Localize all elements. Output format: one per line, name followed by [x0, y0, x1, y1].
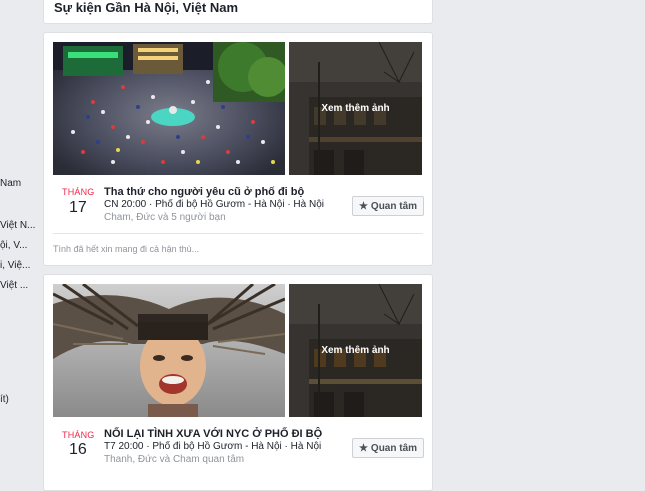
section-header-card: Sự kiện Gần Hà Nội, Việt Nam	[43, 0, 433, 24]
star-icon: ★	[358, 442, 368, 454]
event-photo[interactable]	[53, 42, 285, 175]
see-more-label: Xem thêm ảnh	[321, 345, 390, 356]
sidebar-item[interactable]: ội, V...	[0, 240, 27, 251]
left-sidebar: Nam Việt N... ội, V... i, Việ... Việt ..…	[0, 0, 40, 475]
post-snippet[interactable]: Tình đã hết xin mang đi cả hận thù...	[53, 244, 199, 254]
see-more-photos[interactable]: Xem thêm ảnh	[289, 284, 422, 417]
sidebar-item[interactable]: i, Việ...	[0, 260, 30, 271]
event-friends[interactable]: Thanh, Đức và Cham quan tâm	[104, 454, 244, 465]
event-photo[interactable]	[53, 284, 285, 417]
event-info: CN 20:00 · Phố đi bộ Hồ Gươm - Hà Nội · …	[104, 199, 324, 210]
interested-label: Quan tâm	[370, 200, 418, 212]
event-friends[interactable]: Cham, Đức và 5 người bạn	[104, 212, 226, 223]
section-title: Sự kiện Gần Hà Nội, Việt Nam	[54, 0, 239, 15]
event-day: 17	[69, 199, 87, 216]
sidebar-item[interactable]: Nam	[0, 178, 21, 189]
event-card: Xem thêm ảnh THÁNG 17 Tha thứ cho người …	[43, 32, 433, 266]
event-info: T7 20:00 · Phố đi bộ Hồ Gươm - Hà Nội · …	[104, 441, 322, 452]
star-icon: ★	[358, 200, 368, 212]
see-more-label: Xem thêm ảnh	[321, 103, 390, 114]
divider	[53, 233, 423, 234]
see-more-photos[interactable]: Xem thêm ảnh	[289, 42, 422, 175]
event-title[interactable]: NỐI LẠI TÌNH XƯA VỚI NYC Ở PHỐ ĐI BỘ	[104, 428, 322, 440]
interested-button[interactable]: ★ Quan tâm	[352, 196, 424, 216]
event-title[interactable]: Tha thứ cho người yêu cũ ở phố đi bộ	[104, 186, 304, 198]
sidebar-item[interactable]: Việt ...	[0, 280, 28, 291]
sidebar-item[interactable]: Việt N...	[0, 220, 35, 231]
interested-label: Quan tâm	[370, 442, 418, 454]
event-card: Xem thêm ảnh THÁNG 16 NỐI LẠI TÌNH XƯA V…	[43, 274, 433, 491]
interested-button[interactable]: ★ Quan tâm	[352, 438, 424, 458]
event-day: 16	[69, 441, 87, 458]
event-month: THÁNG	[62, 430, 95, 440]
event-month: THÁNG	[62, 187, 95, 197]
sidebar-item[interactable]: ít)	[0, 394, 9, 405]
